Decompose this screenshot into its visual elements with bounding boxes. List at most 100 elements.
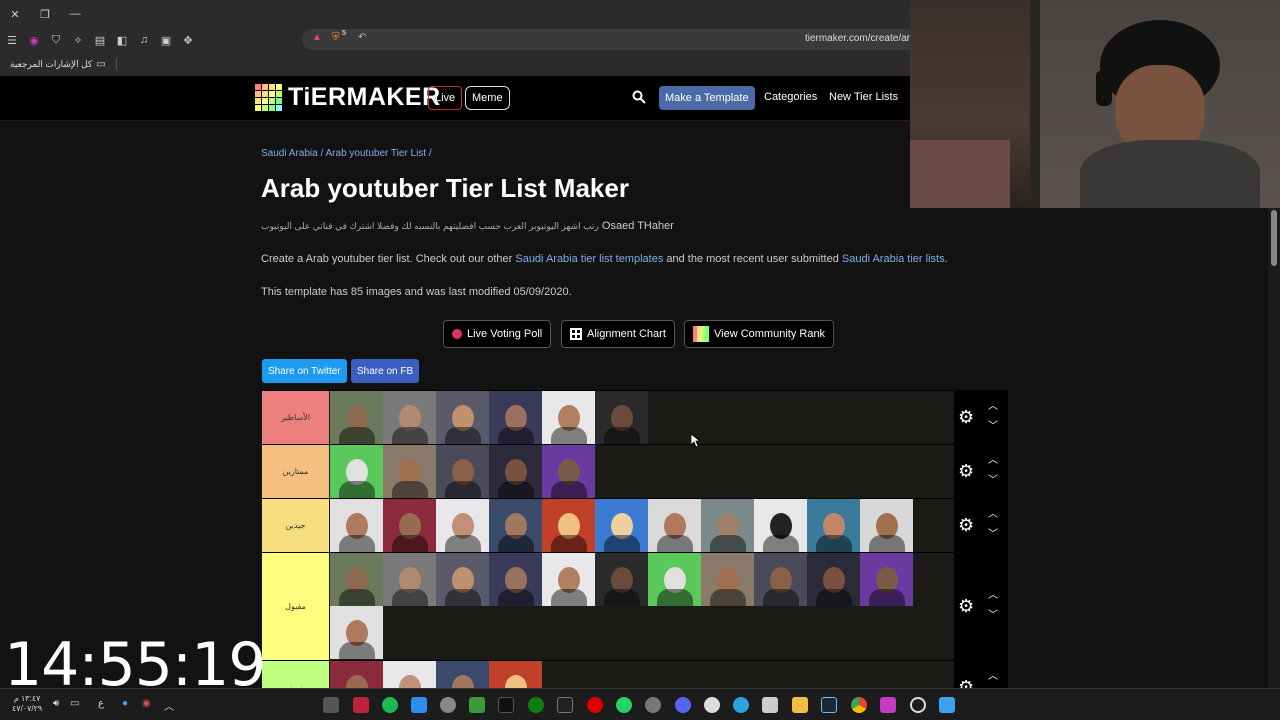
chevron-up-icon[interactable]: ︿ xyxy=(988,591,1000,601)
share-fb-button[interactable]: Share on FB xyxy=(351,359,420,383)
sidebar-icon[interactable]: ◧ xyxy=(112,30,132,50)
chevron-up-icon[interactable]: ︿ xyxy=(988,402,1000,412)
close-window-icon[interactable]: ✕ xyxy=(0,0,30,28)
brave-shield-icon[interactable]: ⛨ xyxy=(332,32,340,43)
file-explorer-icon[interactable] xyxy=(792,697,808,713)
tier-label[interactable]: ممتازين xyxy=(262,445,329,498)
tier-item-image[interactable] xyxy=(860,553,913,606)
chevron-up-icon[interactable]: ︿ xyxy=(988,672,1000,682)
community-rank-button[interactable]: View Community Rank xyxy=(684,320,835,348)
tier-item-image[interactable] xyxy=(754,553,807,606)
chevron-up-icon[interactable]: ︿ xyxy=(988,456,1000,466)
volume-icon[interactable]: 🔊︎ xyxy=(53,698,59,709)
app-icon[interactable] xyxy=(353,697,369,713)
restore-window-icon[interactable]: ❐ xyxy=(30,0,60,28)
gear-icon[interactable]: ⚙ xyxy=(958,462,976,480)
tier-item-image[interactable] xyxy=(489,499,542,552)
tier-item-image[interactable] xyxy=(542,499,595,552)
meme-button[interactable]: Meme xyxy=(465,86,510,110)
gear-icon[interactable]: ⚙ xyxy=(958,678,976,688)
live-voting-button[interactable]: Live Voting Poll xyxy=(443,320,552,348)
page-scrollbar[interactable] xyxy=(1268,208,1280,688)
tier-item-image[interactable] xyxy=(383,499,436,552)
music-icon[interactable]: ♫ xyxy=(134,30,154,50)
new-tier-lists-link[interactable]: New Tier Lists xyxy=(829,91,898,103)
app-icon[interactable] xyxy=(323,697,339,713)
whatsapp-icon[interactable] xyxy=(616,697,632,713)
tier-item-image[interactable] xyxy=(489,445,542,498)
tier-item-image[interactable] xyxy=(436,661,489,688)
search-icon[interactable] xyxy=(632,90,646,104)
tier-label[interactable]: مقبول xyxy=(262,553,329,660)
tier-item-image[interactable] xyxy=(595,499,648,552)
alignment-chart-button[interactable]: Alignment Chart xyxy=(561,320,675,348)
chevron-up-icon[interactable]: ︿ xyxy=(988,510,1000,520)
tier-item-image[interactable] xyxy=(383,445,436,498)
live-button[interactable]: Live xyxy=(428,86,463,110)
tier-item-image[interactable] xyxy=(701,499,754,552)
tier-item-image[interactable] xyxy=(807,499,860,552)
tier-item-image[interactable] xyxy=(330,553,383,606)
app-icon[interactable] xyxy=(645,697,661,713)
app-icon[interactable] xyxy=(440,697,456,713)
tier-item-image[interactable] xyxy=(542,553,595,606)
chevron-down-icon[interactable]: ﹀ xyxy=(988,611,1000,621)
gear-icon[interactable]: ⚙ xyxy=(958,597,976,615)
opera-gx-icon[interactable] xyxy=(880,697,896,713)
tiermaker-logo[interactable]: TiERMAKER xyxy=(255,83,441,112)
tier-item-image[interactable] xyxy=(330,606,383,659)
make-template-button[interactable]: Make a Template xyxy=(659,86,755,110)
tier-item-image[interactable] xyxy=(489,553,542,606)
reload-icon[interactable]: ↶ xyxy=(358,32,366,43)
tier-item-image[interactable] xyxy=(595,391,648,444)
tier-item-image[interactable] xyxy=(330,391,383,444)
telegram-icon[interactable] xyxy=(733,697,749,713)
chrome-icon[interactable] xyxy=(851,697,867,713)
tray-chevron-up-icon[interactable]: ︿ xyxy=(164,698,174,713)
tier-item-image[interactable] xyxy=(330,445,383,498)
minimize-window-icon[interactable]: — xyxy=(60,0,90,28)
tier-item-image[interactable] xyxy=(807,553,860,606)
gear-icon[interactable]: ⚙ xyxy=(958,516,976,534)
pin-icon[interactable]: ✧ xyxy=(68,30,88,50)
tier-item-image[interactable] xyxy=(436,553,489,606)
chevron-down-icon[interactable]: ﹀ xyxy=(988,422,1000,432)
youtube-icon[interactable] xyxy=(587,697,603,713)
discord-icon[interactable] xyxy=(675,697,691,713)
microphone-icon[interactable]: ● xyxy=(122,698,128,709)
category-templates-link[interactable]: Saudi Arabia tier list templates xyxy=(515,253,663,265)
tier-item-image[interactable] xyxy=(330,661,383,688)
menu-icon[interactable]: ☰ xyxy=(2,30,22,50)
tier-item-image[interactable] xyxy=(648,499,701,552)
tier-label[interactable]: جيدين xyxy=(262,499,329,552)
share-twitter-button[interactable]: Share on Twitter xyxy=(262,359,347,383)
tier-item-image[interactable] xyxy=(489,391,542,444)
tier-item-image[interactable] xyxy=(436,391,489,444)
url-text[interactable]: tiermaker.com/create/ar xyxy=(805,33,910,44)
steam-icon[interactable] xyxy=(821,697,837,713)
epic-games-icon[interactable] xyxy=(557,697,573,713)
tier-label[interactable]: الأساطير xyxy=(262,391,329,444)
tier-item-image[interactable] xyxy=(542,445,595,498)
scrollbar-thumb[interactable] xyxy=(1271,210,1277,266)
tier-item-image[interactable] xyxy=(383,661,436,688)
tier-item-image[interactable] xyxy=(383,391,436,444)
settings-icon[interactable] xyxy=(704,697,720,713)
extensions-icon[interactable]: ✥ xyxy=(178,30,198,50)
tier-item-image[interactable] xyxy=(701,553,754,606)
store-icon[interactable] xyxy=(762,697,778,713)
tabs-icon[interactable]: ▤ xyxy=(90,30,110,50)
tier-label[interactable]: ضعيف xyxy=(262,661,329,688)
tier-item-image[interactable] xyxy=(542,391,595,444)
tier-item-image[interactable] xyxy=(648,553,701,606)
categories-link[interactable]: Categories xyxy=(764,91,817,103)
windows-start-icon[interactable] xyxy=(939,697,955,713)
tiktok-icon[interactable] xyxy=(498,697,514,713)
category-tierlists-link[interactable]: Saudi Arabia tier lists xyxy=(842,253,945,265)
spotify-icon[interactable] xyxy=(382,697,398,713)
tier-item-image[interactable] xyxy=(595,553,648,606)
gear-icon[interactable]: ⚙ xyxy=(958,408,976,426)
search-taskbar-icon[interactable] xyxy=(910,697,926,713)
address-bar[interactable]: ▲ ⛨ 5 ↶ tiermaker.com/create/ar xyxy=(302,29,910,50)
tier-item-image[interactable] xyxy=(436,445,489,498)
